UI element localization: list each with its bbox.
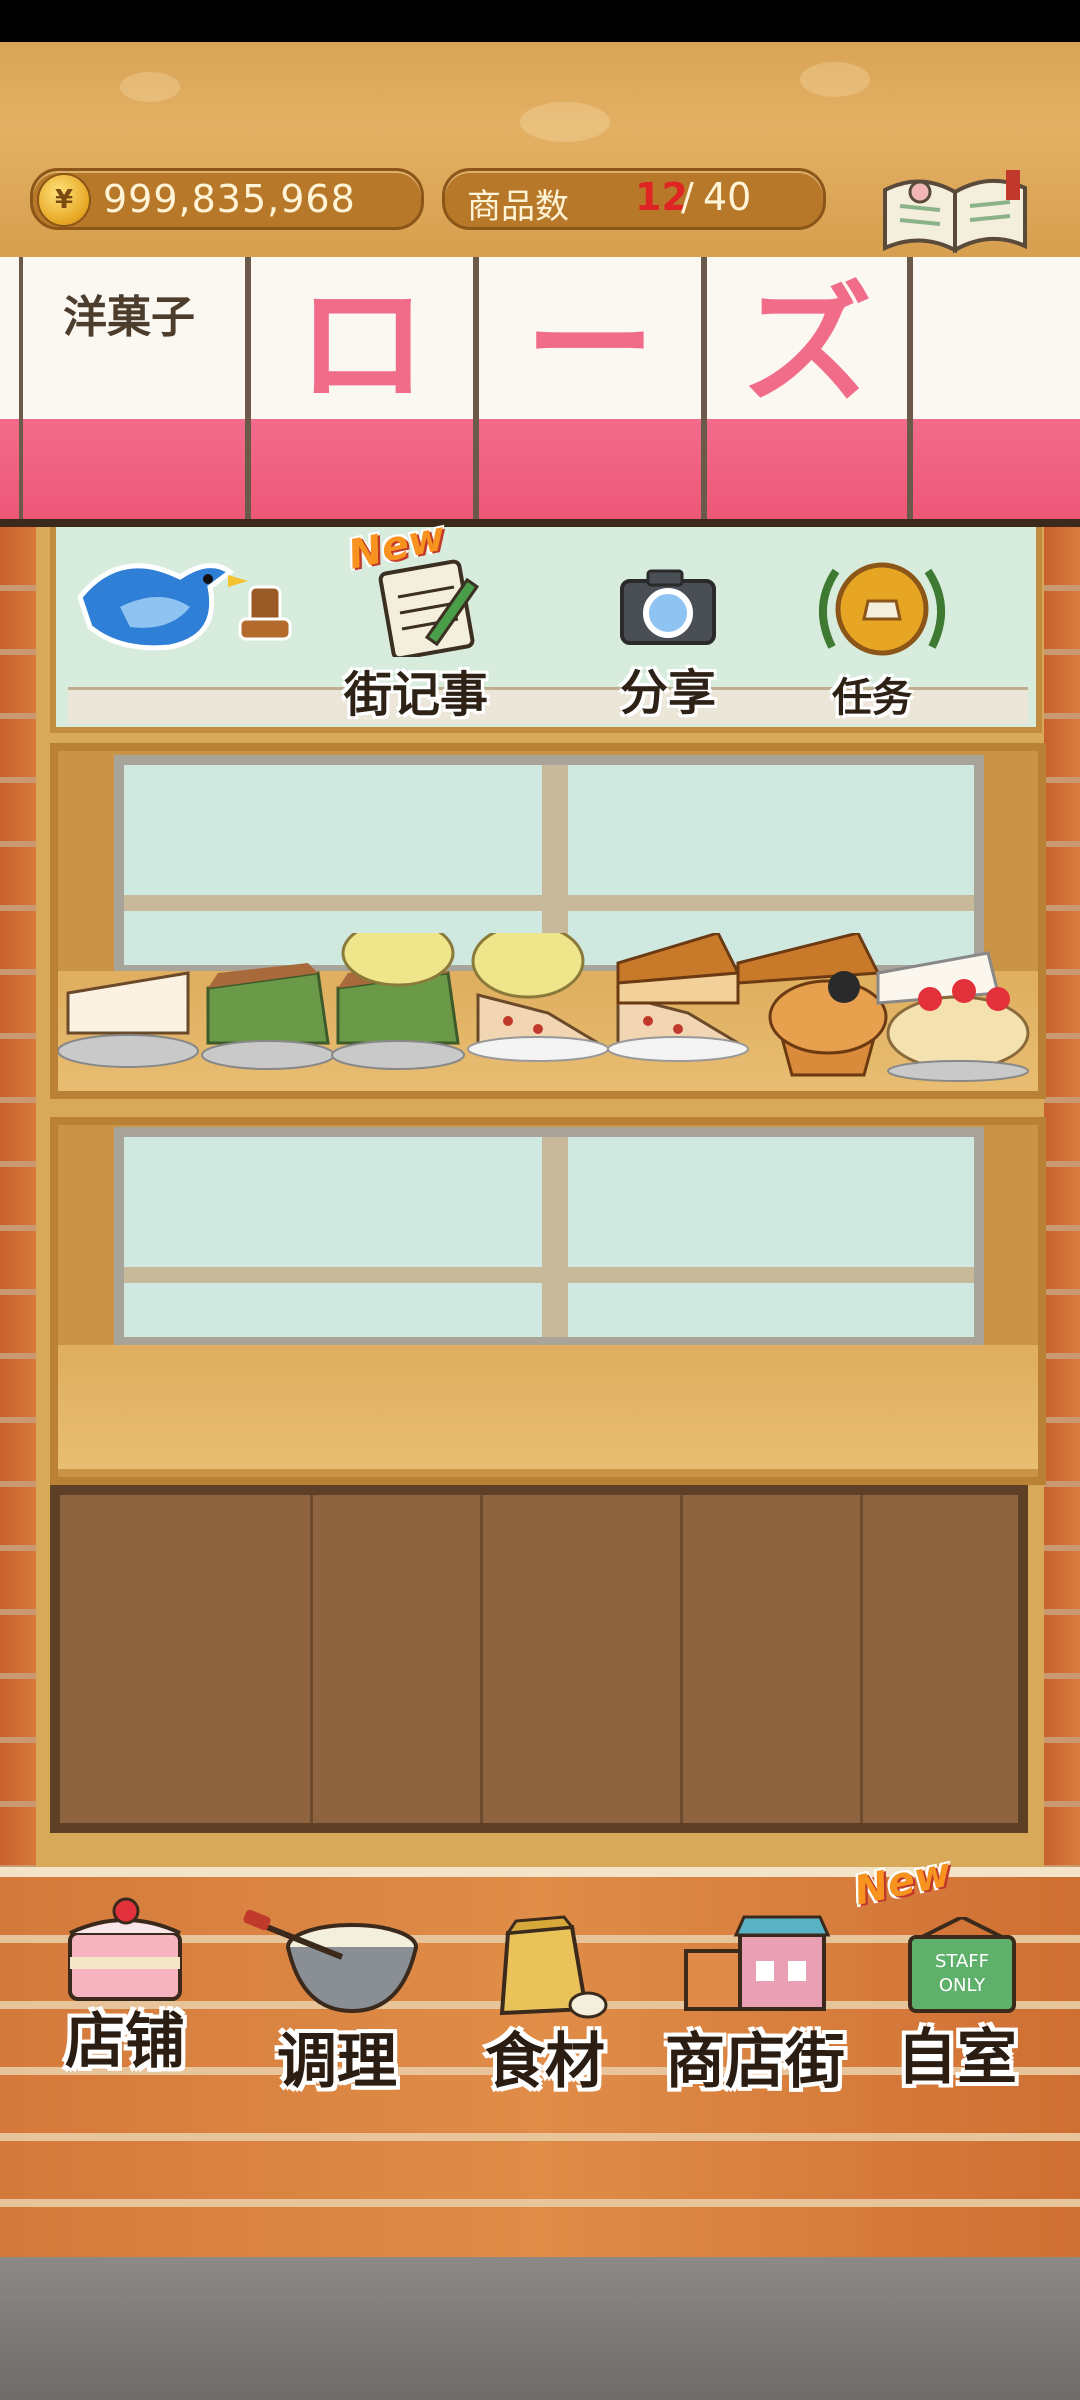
street-news-button[interactable]: New 街记事 <box>344 513 516 727</box>
street-news-label: 街记事 <box>343 667 488 723</box>
nav-ingredients-label: 食材 <box>485 2027 605 2097</box>
coin-counter: ¥ 999,835,968 <box>30 168 424 230</box>
cake-display[interactable] <box>58 933 1038 1083</box>
goods-label: 商品数 <box>467 187 569 227</box>
glass-case-upper <box>50 743 1046 1099</box>
bottom-nav: 店铺 调理 食材 商店街 New STAFF ONLY 自室 <box>0 1849 1080 2267</box>
recipe-book-icon <box>883 170 1027 254</box>
nav-shopping-street[interactable]: 商店街 <box>650 1897 860 2097</box>
top-shelf: New 街记事 分享 任务 <box>50 513 1042 733</box>
nav-cooking-label: 调理 <box>277 2027 397 2097</box>
flour-bag-icon <box>499 1915 608 2019</box>
nav-my-room-label: 自室 <box>897 2023 1017 2093</box>
shop-sign: 洋菓子 ロ ー ズ <box>0 257 1080 527</box>
missions-label: 任务 <box>832 675 912 721</box>
goods-max: 40 <box>703 175 752 219</box>
nav-cooking[interactable]: 调理 <box>232 1897 442 2097</box>
medal-icon <box>819 562 945 656</box>
sign-subtitle: 洋菓子 <box>63 292 195 343</box>
brick-column-right <box>1044 527 1080 1867</box>
cake-icon <box>68 1897 182 2001</box>
storefront-icon <box>684 1915 830 2011</box>
coin-value: 999,835,968 <box>103 177 356 221</box>
glass-case-lower[interactable] <box>50 1117 1046 1485</box>
staff-only-door-icon: STAFF ONLY <box>908 1917 1016 2013</box>
sign-char: ズ <box>741 269 872 421</box>
status-bar <box>0 0 1080 42</box>
nav-ingredients[interactable]: 食材 <box>440 1897 650 2097</box>
goods-count: 12 <box>635 175 688 219</box>
wooden-cabinet <box>50 1485 1028 1833</box>
svg-text:STAFF: STAFF <box>935 1951 989 1972</box>
sign-char: ロ <box>296 269 427 421</box>
share-label: 分享 <box>619 665 716 721</box>
goods-separator: / <box>681 175 694 219</box>
svg-text:ONLY: ONLY <box>939 1975 986 1996</box>
mixing-bowl-icon <box>243 1909 418 2014</box>
share-button[interactable]: 分享 <box>608 557 728 727</box>
nav-shopping-street-label: 商店街 <box>665 2027 845 2097</box>
yen-coin-icon: ¥ <box>37 173 91 227</box>
nav-my-room[interactable]: New STAFF ONLY 自室 <box>850 1849 1062 2097</box>
notebook-icon <box>378 559 480 657</box>
sign-char: ー <box>524 269 655 421</box>
nav-shop-label: 店铺 <box>65 2007 185 2077</box>
nav-shop[interactable]: 店铺 <box>20 1897 230 2097</box>
missions-button[interactable]: 任务 <box>812 557 952 727</box>
street-floor <box>0 2257 1080 2400</box>
camera-icon <box>620 569 716 645</box>
display-showcase: New 街记事 分享 任务 <box>36 513 1046 1867</box>
goods-counter: 商品数 12 / 40 <box>442 168 826 230</box>
bird-stamp-icon[interactable] <box>60 527 310 677</box>
